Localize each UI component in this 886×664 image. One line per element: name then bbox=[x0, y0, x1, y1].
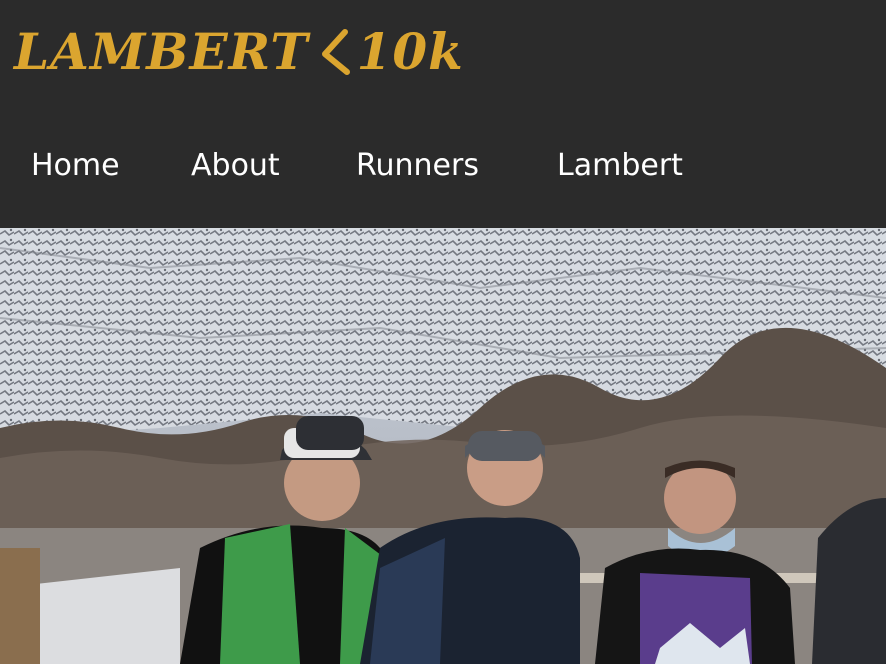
nav-lambert[interactable]: Lambert bbox=[557, 140, 683, 192]
logo-text-10k: 10k bbox=[356, 22, 464, 81]
hero-photo bbox=[0, 228, 886, 664]
logo-text-lambert: LAMBERT bbox=[14, 22, 309, 81]
nav-runners[interactable]: Runners bbox=[356, 140, 479, 192]
hero-photo-illustration bbox=[0, 228, 886, 664]
chevron-left-icon bbox=[317, 26, 351, 78]
site-logo[interactable]: LAMBERT 10k bbox=[14, 22, 464, 82]
nav-home[interactable]: Home bbox=[31, 140, 120, 192]
site-header: LAMBERT 10k Home About Runners Lambert bbox=[0, 0, 886, 228]
nav-about[interactable]: About bbox=[191, 140, 280, 192]
